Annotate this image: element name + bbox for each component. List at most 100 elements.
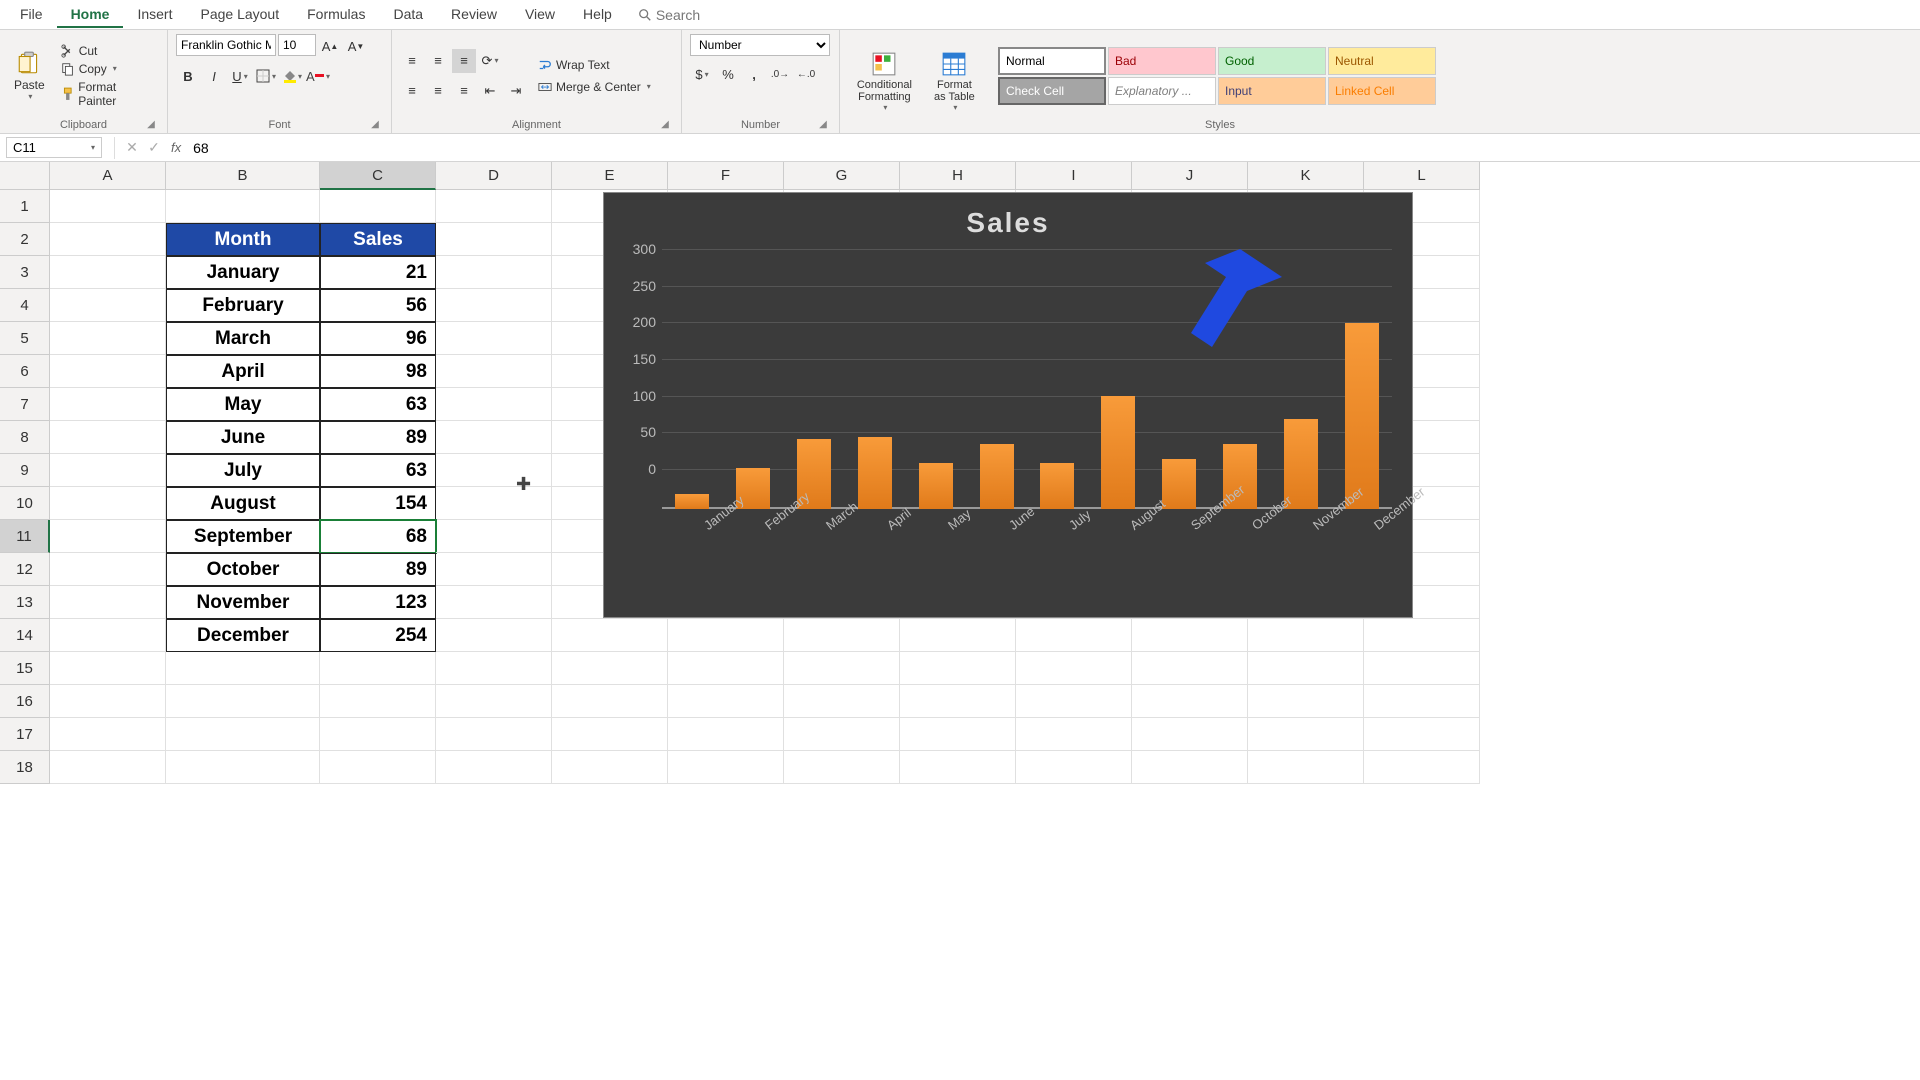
cell-D4[interactable] (436, 289, 552, 322)
cell-J15[interactable] (1132, 652, 1248, 685)
row-header-10[interactable]: 10 (0, 487, 50, 520)
cell-A14[interactable] (50, 619, 166, 652)
cell-G14[interactable] (784, 619, 900, 652)
cell-K15[interactable] (1248, 652, 1364, 685)
cell-A4[interactable] (50, 289, 166, 322)
row-header-1[interactable]: 1 (0, 190, 50, 223)
cell-E14[interactable] (552, 619, 668, 652)
cell-L15[interactable] (1364, 652, 1480, 685)
bar-december[interactable] (1345, 323, 1379, 509)
cell-K14[interactable] (1248, 619, 1364, 652)
cell-B11[interactable]: September (166, 520, 320, 553)
cell-D17[interactable] (436, 718, 552, 751)
row-header-14[interactable]: 14 (0, 619, 50, 652)
cell-C18[interactable] (320, 751, 436, 784)
cell-C9[interactable]: 63 (320, 454, 436, 487)
col-header-G[interactable]: G (784, 162, 900, 190)
cell-J18[interactable] (1132, 751, 1248, 784)
increase-font-button[interactable]: A▲ (318, 34, 342, 58)
row-header-15[interactable]: 15 (0, 652, 50, 685)
cell-L18[interactable] (1364, 751, 1480, 784)
row-header-8[interactable]: 8 (0, 421, 50, 454)
tab-page-layout[interactable]: Page Layout (186, 2, 293, 28)
bar-november[interactable] (1284, 419, 1318, 509)
cell-A3[interactable] (50, 256, 166, 289)
bold-button[interactable]: B (176, 64, 200, 88)
cell-D14[interactable] (436, 619, 552, 652)
cell-J17[interactable] (1132, 718, 1248, 751)
dialog-launcher-icon[interactable]: ◢ (659, 119, 671, 131)
cell-A11[interactable] (50, 520, 166, 553)
formula-input[interactable] (187, 140, 1920, 156)
cell-D8[interactable] (436, 421, 552, 454)
cell-D18[interactable] (436, 751, 552, 784)
cell-H18[interactable] (900, 751, 1016, 784)
bar-july[interactable] (1040, 463, 1074, 509)
align-center-button[interactable]: ≡ (426, 79, 450, 103)
currency-button[interactable]: $▾ (690, 62, 714, 86)
cell-B4[interactable]: February (166, 289, 320, 322)
dialog-launcher-icon[interactable]: ◢ (817, 119, 829, 131)
cell-A9[interactable] (50, 454, 166, 487)
accept-formula-button[interactable]: ✓ (143, 139, 165, 156)
name-box[interactable]: C11▾ (6, 137, 102, 158)
align-top-button[interactable]: ≡ (400, 49, 424, 73)
cell-C15[interactable] (320, 652, 436, 685)
cell-C5[interactable]: 96 (320, 322, 436, 355)
tab-help[interactable]: Help (569, 2, 626, 28)
cell-I15[interactable] (1016, 652, 1132, 685)
cell-D2[interactable] (436, 223, 552, 256)
cell-A10[interactable] (50, 487, 166, 520)
tab-review[interactable]: Review (437, 2, 511, 28)
cell-C13[interactable]: 123 (320, 586, 436, 619)
cell-K17[interactable] (1248, 718, 1364, 751)
cell-I16[interactable] (1016, 685, 1132, 718)
row-header-5[interactable]: 5 (0, 322, 50, 355)
cell-D3[interactable] (436, 256, 552, 289)
format-painter-button[interactable]: Format Painter (57, 79, 159, 109)
embedded-chart[interactable]: Sales 050100150200250300 JanuaryFebruary… (603, 192, 1413, 618)
orientation-button[interactable]: ⟳▾ (478, 49, 502, 73)
cell-A12[interactable] (50, 553, 166, 586)
cell-G15[interactable] (784, 652, 900, 685)
cell-C10[interactable]: 154 (320, 487, 436, 520)
cell-G17[interactable] (784, 718, 900, 751)
cell-B2[interactable]: Month (166, 223, 320, 256)
cut-button[interactable]: Cut (57, 43, 159, 59)
col-header-I[interactable]: I (1016, 162, 1132, 190)
cell-B6[interactable]: April (166, 355, 320, 388)
row-header-3[interactable]: 3 (0, 256, 50, 289)
col-header-H[interactable]: H (900, 162, 1016, 190)
cell-K18[interactable] (1248, 751, 1364, 784)
cell-style-normal[interactable]: Normal (998, 47, 1106, 75)
cell-I17[interactable] (1016, 718, 1132, 751)
row-header-2[interactable]: 2 (0, 223, 50, 256)
cell-H16[interactable] (900, 685, 1016, 718)
borders-button[interactable]: ▾ (254, 64, 278, 88)
cell-style-linkedcell[interactable]: Linked Cell (1328, 77, 1436, 105)
cell-F15[interactable] (668, 652, 784, 685)
decrease-font-button[interactable]: A▼ (344, 34, 368, 58)
row-header-13[interactable]: 13 (0, 586, 50, 619)
cell-F14[interactable] (668, 619, 784, 652)
tab-file[interactable]: File (6, 2, 57, 28)
row-header-6[interactable]: 6 (0, 355, 50, 388)
underline-button[interactable]: U▾ (228, 64, 252, 88)
cell-B5[interactable]: March (166, 322, 320, 355)
tab-view[interactable]: View (511, 2, 569, 28)
cell-A18[interactable] (50, 751, 166, 784)
font-color-button[interactable]: A▾ (306, 64, 330, 88)
bar-september[interactable] (1162, 459, 1196, 509)
cell-E17[interactable] (552, 718, 668, 751)
row-header-11[interactable]: 11 (0, 520, 50, 553)
select-all-corner[interactable] (0, 162, 50, 190)
comma-button[interactable]: , (742, 62, 766, 86)
cell-A6[interactable] (50, 355, 166, 388)
worksheet[interactable]: 123456789101112131415161718 ABCDEFGHIJKL… (0, 162, 1920, 784)
cell-K16[interactable] (1248, 685, 1364, 718)
align-right-button[interactable]: ≡ (452, 79, 476, 103)
number-format-select[interactable]: Number (690, 34, 830, 56)
cell-D16[interactable] (436, 685, 552, 718)
col-header-K[interactable]: K (1248, 162, 1364, 190)
cell-C1[interactable] (320, 190, 436, 223)
